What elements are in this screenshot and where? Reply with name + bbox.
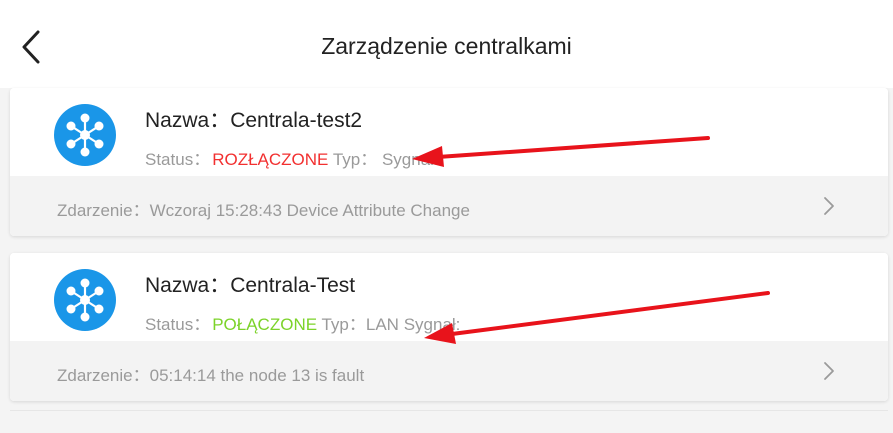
list-bottom-divider bbox=[10, 410, 888, 411]
event-label: Zdarzenie： bbox=[57, 366, 150, 385]
event-row[interactable]: Zdarzenie：Wczoraj 15:28:43 Device Attrib… bbox=[10, 176, 888, 236]
type-value: LAN bbox=[365, 315, 399, 334]
signal-label: Sygnał: bbox=[403, 315, 461, 334]
device-card-info[interactable]: Nazwa：Centrala-Test Status： POŁĄCZONE Typ… bbox=[10, 253, 888, 341]
device-status-line: Status： ROZŁĄCZONE Typ： Sygnał: bbox=[145, 145, 439, 170]
app-header: Zarządzenie centralkami bbox=[0, 0, 893, 88]
name-label: Nazwa： bbox=[145, 109, 231, 132]
device-status-line: Status： POŁĄCZONE Typ：LAN Sygnał: bbox=[145, 310, 460, 335]
event-value: 05:14:14 the node 13 is fault bbox=[149, 366, 365, 385]
type-label: Typ： bbox=[321, 315, 366, 334]
event-text: Zdarzenie：Wczoraj 15:28:43 Device Attrib… bbox=[57, 196, 470, 221]
status-value: ROZŁĄCZONE bbox=[212, 150, 329, 169]
type-label: Typ： bbox=[332, 150, 378, 169]
status-value: POŁĄCZONE bbox=[212, 315, 318, 334]
event-label: Zdarzenie： bbox=[57, 201, 150, 220]
status-label: Status： bbox=[145, 150, 211, 169]
name-value: Centrala-test2 bbox=[230, 109, 363, 132]
device-name: Nazwa：Centrala-Test bbox=[145, 269, 355, 299]
device-name: Nazwa：Centrala-test2 bbox=[145, 104, 362, 134]
hub-network-icon bbox=[54, 104, 116, 166]
chevron-right-icon bbox=[824, 197, 834, 215]
page-title: Zarządzenie centralkami bbox=[321, 33, 572, 59]
chevron-right-icon bbox=[824, 362, 834, 380]
event-value: Wczoraj 15:28:43 Device Attribute Change bbox=[149, 201, 470, 220]
event-text: Zdarzenie：05:14:14 the node 13 is fault bbox=[57, 361, 364, 386]
device-card[interactable]: Nazwa：Centrala-Test Status： POŁĄCZONE Typ… bbox=[10, 253, 888, 401]
signal-label: Sygnał: bbox=[381, 150, 439, 169]
device-card-info[interactable]: Nazwa：Centrala-test2 Status： ROZŁĄCZONE T… bbox=[10, 88, 888, 176]
hub-network-icon bbox=[54, 269, 116, 331]
event-row[interactable]: Zdarzenie：05:14:14 the node 13 is fault bbox=[10, 341, 888, 401]
status-label: Status： bbox=[145, 315, 211, 334]
name-value: Centrala-Test bbox=[230, 274, 356, 297]
name-label: Nazwa： bbox=[145, 274, 231, 297]
device-card[interactable]: Nazwa：Centrala-test2 Status： ROZŁĄCZONE T… bbox=[10, 88, 888, 236]
